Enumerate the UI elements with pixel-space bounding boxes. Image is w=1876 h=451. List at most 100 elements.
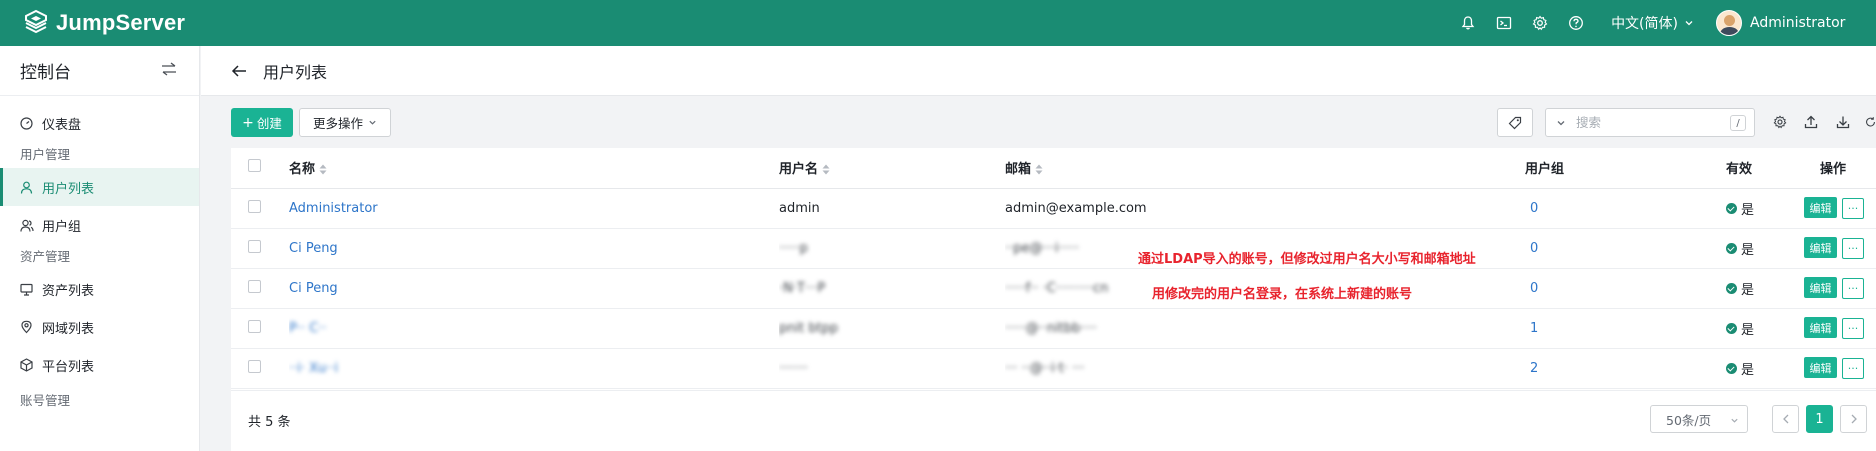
email-cell: ·····@··nitbb···· — [1005, 320, 1097, 336]
edit-button[interactable]: 编辑 — [1804, 277, 1837, 299]
language-label: 中文(简体) — [1611, 16, 1678, 32]
sidebar-item-platform-list[interactable]: 平台列表 — [0, 346, 199, 384]
import-icon[interactable] — [1835, 114, 1851, 130]
sidebar-item-label: 平台列表 — [42, 359, 95, 375]
settings-icon[interactable] — [1531, 14, 1549, 32]
chevron-down-icon — [1685, 21, 1693, 26]
column-label: 名称 — [289, 162, 316, 178]
sort-icon[interactable] — [1035, 164, 1043, 175]
sidebar-item-user-groups[interactable]: 用户组 — [0, 206, 199, 244]
tag-filter-button[interactable] — [1497, 108, 1533, 137]
user-name-link[interactable]: Ci Peng — [289, 281, 338, 296]
column-header-name[interactable]: 名称 — [289, 148, 779, 189]
edit-button[interactable]: 编辑 — [1804, 317, 1837, 339]
group-count-link[interactable]: 0 — [1530, 241, 1538, 256]
back-arrow-icon[interactable] — [231, 62, 249, 80]
sidebar-item-asset-list[interactable]: 资产列表 — [0, 270, 199, 308]
search-shortcut-hint: / — [1730, 115, 1746, 131]
edit-button[interactable]: 编辑 — [1804, 357, 1837, 379]
refresh-icon[interactable] — [1865, 114, 1876, 130]
help-icon[interactable] — [1567, 14, 1585, 32]
bell-icon[interactable] — [1459, 14, 1477, 32]
row-more-button[interactable]: ··· — [1842, 237, 1864, 259]
next-page-button[interactable] — [1840, 405, 1867, 433]
settings-icon[interactable] — [1772, 114, 1788, 130]
sort-icon[interactable] — [319, 164, 327, 175]
valid-label: 是 — [1741, 242, 1755, 258]
sort-icon[interactable] — [822, 164, 830, 175]
sidebar-item-label: 用户列表 — [42, 181, 95, 197]
logo[interactable]: JumpServer — [22, 9, 185, 37]
chevron-left-icon — [1782, 414, 1788, 424]
row-more-button[interactable]: ··· — [1842, 357, 1864, 379]
group-count-link[interactable]: 0 — [1530, 201, 1538, 216]
username-cell: pnit btpp — [779, 320, 839, 336]
column-label: 用户组 — [1525, 162, 1565, 178]
valid-status: 是 — [1726, 199, 1754, 218]
column-header-actions: 操作 — [1804, 148, 1876, 189]
user-name-link[interactable]: ··i· Xu··i — [289, 361, 338, 376]
sidebar-group-label: 资产管理 — [20, 249, 71, 264]
row-checkbox[interactable] — [248, 279, 261, 293]
language-selector[interactable]: 中文(简体) — [1611, 13, 1694, 33]
sidebar-item-label: 仪表盘 — [42, 117, 82, 133]
create-button[interactable]: + 创建 — [231, 108, 293, 137]
annotation-new-account: 用修改完的用户名登录，在系统上新建的账号 — [1152, 287, 1413, 302]
swap-icon[interactable] — [161, 61, 177, 80]
row-checkbox[interactable] — [248, 319, 261, 333]
sidebar-item-user-list[interactable]: 用户列表 — [0, 168, 199, 206]
username-cell: ·····p — [779, 240, 808, 256]
group-count-link[interactable]: 2 — [1530, 361, 1538, 376]
row-more-button[interactable]: ··· — [1842, 197, 1864, 219]
column-label: 有效 — [1726, 162, 1753, 178]
sidebar: 控制台 仪表盘 用户管理 用户列表 用户组 资产管理 资产列表 网域列表 平台列… — [0, 46, 200, 451]
terminal-icon[interactable] — [1495, 14, 1513, 32]
total-count: 共 5 条 — [248, 415, 291, 430]
email-cell: ··pe@···i····· — [1005, 240, 1080, 256]
edit-button[interactable]: 编辑 — [1804, 197, 1837, 219]
row-checkbox[interactable] — [248, 359, 261, 373]
email-cell: ·····f·· ·C·········cn — [1005, 280, 1109, 296]
user-icon — [20, 180, 34, 194]
search-input[interactable] — [1576, 115, 1716, 130]
email-cell: admin@example.com — [1005, 200, 1147, 216]
group-count-link[interactable]: 1 — [1530, 321, 1538, 336]
valid-status: 是 — [1726, 239, 1754, 258]
user-name-link[interactable]: Ci Peng — [289, 241, 338, 256]
page-number-button[interactable]: 1 — [1806, 405, 1833, 433]
valid-label: 是 — [1741, 282, 1755, 298]
user-name-link[interactable]: P·· C·· — [289, 321, 327, 336]
annotation-ldap-import: 通过LDAP导入的账号，但修改过用户名大小写和邮箱地址 — [1138, 252, 1476, 267]
export-icon[interactable] — [1803, 114, 1819, 130]
row-more-button[interactable]: ··· — [1842, 317, 1864, 339]
user-menu[interactable]: Administrator — [1716, 10, 1876, 36]
more-actions-button[interactable]: 更多操作 — [299, 108, 391, 137]
sidebar-item-dashboard[interactable]: 仪表盘 — [0, 104, 199, 142]
sidebar-item-domain-list[interactable]: 网域列表 — [0, 308, 199, 346]
table-row: Ci Peng ·····p ··pe@···i····· 0 是 编辑 ··· — [231, 228, 1876, 269]
create-label: 创建 — [256, 116, 282, 131]
column-header-email[interactable]: 邮箱 — [1005, 148, 1525, 189]
row-checkbox[interactable] — [248, 199, 261, 213]
valid-status: 是 — [1726, 319, 1754, 338]
row-checkbox[interactable] — [248, 239, 261, 253]
select-all-checkbox[interactable] — [248, 159, 261, 173]
group-count-link[interactable]: 0 — [1530, 281, 1538, 296]
prev-page-button[interactable] — [1772, 405, 1799, 433]
page-size-select[interactable]: 50条/页 — [1650, 405, 1748, 433]
row-more-button[interactable]: ··· — [1842, 277, 1864, 299]
jumpserver-logo-icon — [25, 9, 47, 34]
column-label: 用户名 — [779, 162, 819, 178]
chevron-down-icon[interactable] — [1556, 118, 1566, 128]
search-box[interactable]: / — [1545, 108, 1755, 137]
column-header-username[interactable]: 用户名 — [779, 148, 1005, 189]
sidebar-title: 控制台 — [20, 63, 71, 83]
more-actions-label: 更多操作 — [312, 116, 363, 131]
page-header: 用户列表 — [201, 46, 1876, 96]
column-header-valid: 有效 — [1720, 148, 1804, 189]
edit-button[interactable]: 编辑 — [1804, 237, 1837, 259]
sidebar-item-label: 用户组 — [42, 219, 82, 235]
user-group-icon — [20, 218, 34, 232]
user-name: Administrator — [1750, 15, 1846, 31]
user-name-link[interactable]: Administrator — [289, 201, 378, 216]
